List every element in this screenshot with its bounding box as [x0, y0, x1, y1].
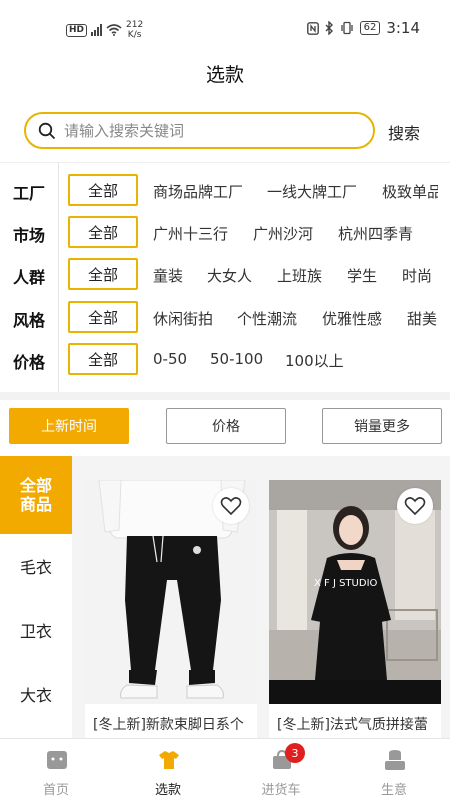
cart-badge: 3 [285, 743, 305, 763]
filter-option[interactable]: 大女人 [207, 265, 252, 286]
search-icon [38, 122, 56, 139]
filter-option[interactable]: 时尚 [402, 265, 432, 286]
filter-options: 0-50 50-100 100以上 [150, 343, 438, 377]
nfc-icon [306, 21, 319, 35]
tab-label: 生意 [380, 783, 407, 798]
filter-row-price: 价格 全部 0-50 50-100 100以上 [0, 343, 450, 377]
product-title: [冬上新]新款束脚日系个 [93, 717, 244, 733]
tab-cart[interactable]: 3 进货车 [225, 739, 337, 800]
network-speed-value: 212 [126, 20, 144, 30]
hd-icon: HD [66, 23, 88, 37]
filter-option[interactable]: 100以上 [285, 350, 344, 371]
home-icon [47, 751, 67, 769]
signal-icon [91, 24, 103, 36]
filter-option[interactable]: 杭州四季青 [338, 223, 413, 244]
vibrate-icon [340, 21, 353, 35]
sort-bar: 上新时间 价格 销量更多 [0, 408, 450, 444]
battery-icon: 62 [359, 21, 381, 35]
status-bar: HD 212 K/s 62 3:14 [0, 0, 450, 52]
filter-option[interactable]: 休闲街拍 [153, 308, 213, 329]
heart-icon [220, 497, 242, 516]
filter-option[interactable]: 广州沙河 [253, 223, 313, 244]
filter-options: 广州十三行 广州沙河 杭州四季青 [150, 216, 438, 250]
filter-all-button[interactable]: 全部 [68, 258, 138, 290]
status-left: HD 212 K/s [66, 20, 143, 40]
category-all[interactable]: 全部 商品 [0, 456, 72, 534]
filter-row-crowd: 人群 全部 童装 大女人 上班族 学生 时尚 [0, 258, 450, 292]
category-sidebar: 全部 商品 毛衣 卫衣 大衣 [0, 456, 72, 738]
tab-label: 首页 [42, 783, 69, 798]
filter-all-button[interactable]: 全部 [68, 343, 138, 375]
filter-option[interactable]: 学生 [347, 265, 377, 286]
business-icon [385, 750, 405, 770]
filter-options: 商场品牌工厂 一线大牌工厂 极致单品 [150, 174, 438, 208]
favorite-button[interactable] [397, 488, 433, 524]
filter-option[interactable]: 50-100 [210, 350, 263, 368]
filter-option[interactable]: 上班族 [277, 265, 322, 286]
filter-label: 工厂 [13, 184, 46, 203]
section-divider [0, 392, 450, 400]
category-sweater[interactable]: 毛衣 [0, 534, 72, 598]
filter-option[interactable]: 商场品牌工厂 [153, 181, 243, 202]
filter-panel: 工厂 全部 商场品牌工厂 一线大牌工厂 极致单品 市场 全部 广州十三行 广州沙… [0, 162, 450, 393]
filter-label: 价格 [13, 353, 46, 372]
filter-label: 风格 [13, 311, 46, 330]
filter-label: 市场 [13, 226, 46, 245]
filter-option[interactable]: 一线大牌工厂 [267, 181, 357, 202]
category-hoodie[interactable]: 卫衣 [0, 598, 72, 662]
tab-select[interactable]: 选款 [112, 739, 224, 800]
network-speed-unit: K/s [127, 30, 142, 40]
tab-business[interactable]: 生意 [338, 739, 450, 800]
tab-home[interactable]: 首页 [0, 739, 112, 800]
filter-options: 童装 大女人 上班族 学生 时尚 [150, 258, 438, 292]
product-card[interactable]: [冬上新]新款束脚日系个 [85, 480, 257, 738]
filter-option[interactable]: 个性潮流 [237, 308, 297, 329]
filter-all-button[interactable]: 全部 [68, 174, 138, 206]
category-label: 全部 [19, 476, 52, 495]
filter-option[interactable]: 广州十三行 [153, 223, 228, 244]
filter-option[interactable]: 甜美 [407, 308, 437, 329]
filter-row-style: 风格 全部 休闲街拍 个性潮流 优雅性感 甜美 [0, 301, 450, 335]
filter-option[interactable]: 童装 [153, 265, 183, 286]
bluetooth-icon [325, 21, 333, 35]
image-watermark: X F J STUDIO [314, 578, 378, 589]
filter-row-market: 市场 全部 广州十三行 广州沙河 杭州四季青 [0, 216, 450, 250]
network-speed: 212 K/s [126, 20, 143, 40]
filter-all-button[interactable]: 全部 [68, 216, 138, 248]
filter-row-factory: 工厂 全部 商场品牌工厂 一线大牌工厂 极致单品 [0, 174, 450, 208]
heart-icon [404, 497, 426, 516]
filter-option[interactable]: 0-50 [153, 350, 187, 368]
page-title: 选款 [205, 64, 244, 86]
category-label: 商品 [19, 495, 52, 514]
wifi-icon [106, 24, 122, 36]
bottom-nav: 首页 选款 3 进货车 生意 [0, 738, 450, 800]
favorite-button[interactable] [213, 488, 249, 524]
filter-option[interactable]: 极致单品 [382, 181, 438, 202]
sort-newest-button[interactable]: 上新时间 [9, 408, 129, 444]
product-card[interactable]: X F J STUDIO [冬上新]法式气质拼接蕾 [269, 480, 441, 738]
category-coat[interactable]: 大衣 [0, 662, 72, 726]
filter-label: 人群 [13, 268, 46, 287]
search-button[interactable]: 搜索 [388, 120, 420, 144]
filter-option[interactable]: 优雅性感 [322, 308, 382, 329]
filter-options: 休闲街拍 个性潮流 优雅性感 甜美 [150, 301, 438, 335]
search-input[interactable]: 请输入搜索关键词 [24, 112, 375, 149]
filter-all-button[interactable]: 全部 [68, 301, 138, 333]
status-right: 62 3:14 [306, 19, 420, 37]
clock: 3:14 [386, 19, 420, 37]
search-placeholder: 请输入搜索关键词 [64, 122, 185, 140]
sort-price-button[interactable]: 价格 [166, 408, 286, 444]
tshirt-icon [159, 751, 179, 769]
tab-label: 选款 [154, 783, 181, 798]
product-title: [冬上新]法式气质拼接蕾 [277, 717, 428, 733]
sort-sales-button[interactable]: 销量更多 [322, 408, 442, 444]
tab-label: 进货车 [261, 783, 301, 798]
